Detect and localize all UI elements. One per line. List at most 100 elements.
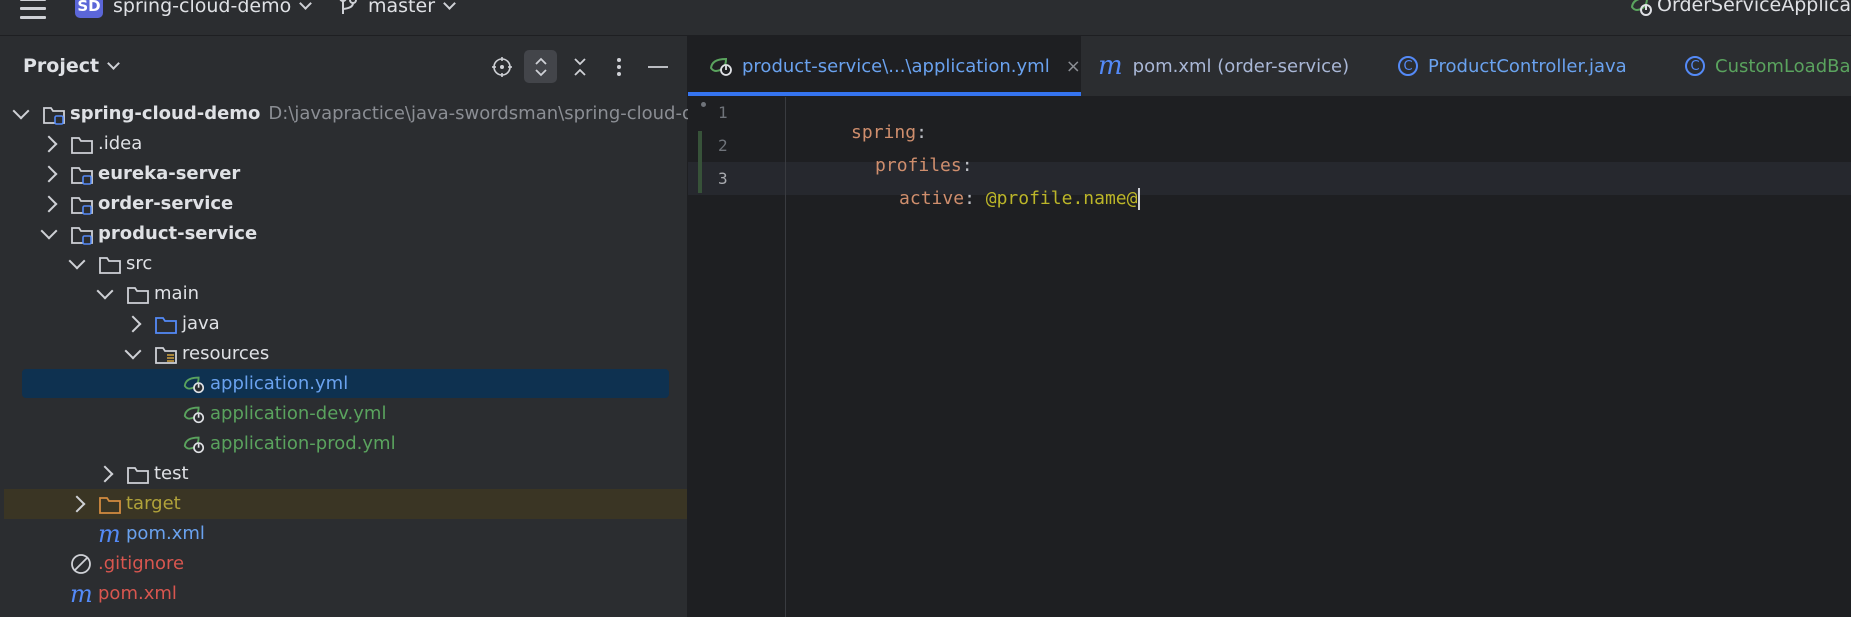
chevron-down-icon[interactable] bbox=[12, 102, 30, 120]
chevron-right-icon[interactable] bbox=[40, 135, 58, 153]
resources-folder-icon bbox=[154, 343, 178, 365]
expand-toggle[interactable] bbox=[38, 159, 60, 189]
project-view-selector[interactable]: Project bbox=[23, 55, 120, 77]
tree-item[interactable]: target bbox=[0, 489, 687, 519]
source-folder-icon bbox=[154, 313, 178, 335]
tree-item-label: main bbox=[154, 283, 199, 304]
tree-item-label: pom.xml bbox=[126, 523, 205, 544]
git-branch-icon bbox=[339, 0, 357, 14]
spring-yml-icon bbox=[182, 433, 206, 455]
tree-item-label: java bbox=[182, 313, 220, 334]
main-menu-icon[interactable] bbox=[20, 0, 46, 20]
tree-item[interactable]: application.yml bbox=[0, 369, 687, 399]
chevron-right-icon[interactable] bbox=[40, 165, 58, 183]
tree-item[interactable]: application-dev.yml bbox=[0, 399, 687, 429]
text-caret bbox=[1138, 188, 1141, 210]
locate-icon[interactable] bbox=[485, 50, 518, 83]
branch-name: master bbox=[368, 0, 436, 17]
tree-item[interactable]: src bbox=[0, 249, 687, 279]
tree-item-label: src bbox=[126, 253, 153, 274]
branch-selector[interactable]: master bbox=[368, 0, 456, 17]
chevron-right-icon[interactable] bbox=[96, 465, 114, 483]
editor-tabs: product-service\...\application.yml × m … bbox=[688, 36, 1851, 97]
project-badge: SD bbox=[75, 0, 103, 18]
chevron-down-icon bbox=[299, 0, 313, 10]
chevron-down-icon[interactable] bbox=[124, 342, 142, 360]
tree-item-label: application-prod.yml bbox=[210, 433, 396, 454]
maven-icon: m bbox=[70, 580, 93, 608]
expand-toggle[interactable] bbox=[66, 249, 88, 279]
collapse-all-icon[interactable] bbox=[563, 50, 596, 83]
tree-item[interactable]: eureka-server bbox=[0, 159, 687, 189]
module-folder-icon bbox=[70, 223, 94, 245]
ignored-icon bbox=[70, 553, 94, 575]
maven-icon: m bbox=[1098, 51, 1123, 81]
close-icon[interactable]: × bbox=[1066, 56, 1081, 77]
chevron-right-icon[interactable] bbox=[40, 195, 58, 213]
tree-item[interactable]: m pom.xml bbox=[0, 579, 687, 609]
line-number: 1 bbox=[718, 103, 728, 122]
tree-item-label: target bbox=[126, 493, 181, 514]
tab-productcontroller[interactable]: C ProductController.java bbox=[1398, 36, 1627, 96]
expand-collapse-icon[interactable] bbox=[524, 50, 557, 83]
editor-gutter: 1 2 3 bbox=[688, 97, 786, 617]
tree-item[interactable]: product-service bbox=[0, 219, 687, 249]
chevron-down-icon bbox=[443, 0, 456, 10]
change-marker bbox=[698, 131, 702, 193]
folder-icon bbox=[98, 253, 122, 275]
expand-toggle[interactable] bbox=[66, 489, 88, 519]
chevron-down-icon[interactable] bbox=[68, 252, 86, 270]
expand-toggle[interactable] bbox=[94, 279, 116, 309]
expand-toggle[interactable] bbox=[122, 309, 144, 339]
expand-toggle[interactable] bbox=[122, 339, 144, 369]
tree-item-label: test bbox=[154, 463, 189, 484]
run-config-name: OrderServiceApplica bbox=[1657, 0, 1851, 16]
tree-item[interactable]: spring-cloud-demo D:\javapractice\java-sw… bbox=[0, 99, 722, 129]
code-line: active: @profile.name@ bbox=[834, 167, 1141, 231]
tree-item-label: pom.xml bbox=[98, 583, 177, 604]
minimize-icon[interactable] bbox=[641, 50, 674, 83]
code-editor[interactable]: spring: profiles: active: @profile.name@ bbox=[786, 97, 1851, 617]
tree-item[interactable]: application-prod.yml bbox=[0, 429, 687, 459]
tree-item[interactable]: java bbox=[0, 309, 687, 339]
tree-item-label: order-service bbox=[98, 193, 234, 214]
class-icon: C bbox=[1685, 56, 1705, 76]
maven-icon: m bbox=[98, 520, 121, 548]
project-selector[interactable]: spring-cloud-demo bbox=[113, 0, 313, 17]
chevron-right-icon[interactable] bbox=[68, 495, 86, 513]
chevron-down-icon[interactable] bbox=[40, 222, 58, 240]
run-config-selector[interactable]: OrderServiceApplica bbox=[1629, 0, 1851, 17]
project-name: spring-cloud-demo bbox=[113, 0, 292, 17]
chevron-down-icon bbox=[107, 57, 120, 70]
chevron-right-icon[interactable] bbox=[124, 315, 142, 333]
module-folder-icon bbox=[42, 103, 66, 125]
yaml-value: @profile.name@ bbox=[985, 188, 1138, 209]
folder-icon bbox=[126, 463, 150, 485]
tab-label: ProductController.java bbox=[1428, 55, 1627, 77]
tree-item[interactable]: test bbox=[0, 459, 687, 489]
tab-application-yml[interactable]: product-service\...\application.yml × bbox=[688, 36, 1081, 96]
expand-toggle[interactable] bbox=[38, 219, 60, 249]
tree-item-label: .gitignore bbox=[98, 553, 185, 574]
project-panel-header: Project bbox=[0, 36, 687, 96]
tree-item[interactable]: m pom.xml bbox=[0, 519, 687, 549]
chevron-down-icon[interactable] bbox=[96, 282, 114, 300]
tree-item[interactable]: .gitignore bbox=[0, 549, 687, 579]
tab-pom-xml[interactable]: m pom.xml (order-service) bbox=[1098, 36, 1349, 96]
title-bar: SD spring-cloud-demo master OrderService… bbox=[0, 0, 1851, 36]
yaml-separator: : bbox=[964, 188, 986, 209]
tree-item[interactable]: .idea bbox=[0, 129, 687, 159]
expand-toggle[interactable] bbox=[94, 459, 116, 489]
spring-yml-icon bbox=[182, 403, 206, 425]
more-options-icon[interactable] bbox=[602, 50, 635, 83]
editor-area: product-service\...\application.yml × m … bbox=[688, 36, 1851, 617]
tree-item[interactable]: resources bbox=[0, 339, 687, 369]
expand-toggle[interactable] bbox=[38, 129, 60, 159]
expand-toggle[interactable] bbox=[38, 189, 60, 219]
project-path: D:\javapractice\java-swordsman\spring-cl… bbox=[268, 103, 723, 124]
tab-customloadbal[interactable]: C CustomLoadBal bbox=[1685, 36, 1851, 96]
yaml-key: active bbox=[899, 188, 965, 209]
tree-item[interactable]: order-service bbox=[0, 189, 687, 219]
expand-toggle[interactable] bbox=[10, 99, 32, 129]
tree-item[interactable]: main bbox=[0, 279, 687, 309]
